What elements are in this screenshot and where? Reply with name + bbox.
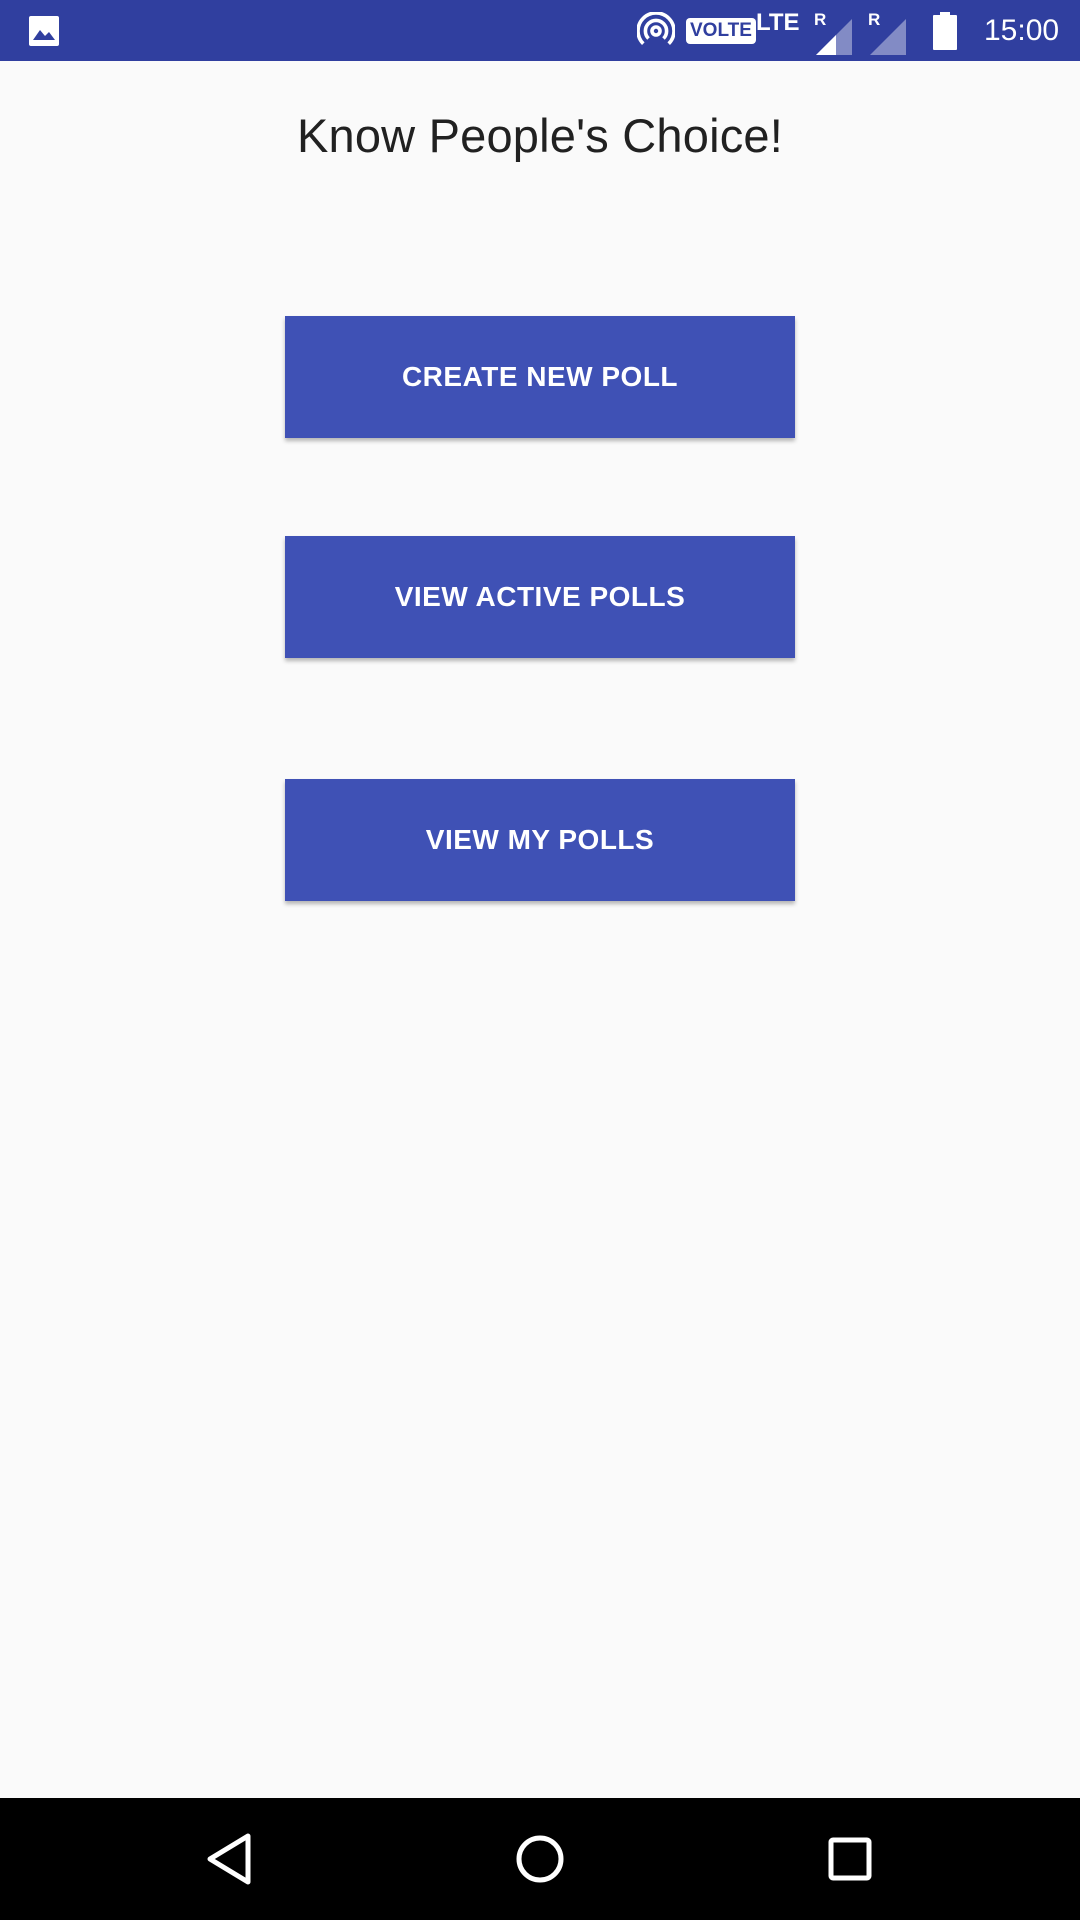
app-screen: VOLTE LTE R R 15:00 Know People's Choice… xyxy=(0,0,1080,1920)
home-icon[interactable] xyxy=(504,1823,576,1895)
view-active-polls-button[interactable]: VIEW ACTIVE POLLS xyxy=(285,536,795,658)
view-my-polls-button[interactable]: VIEW MY POLLS xyxy=(285,779,795,901)
back-icon[interactable] xyxy=(194,1823,266,1895)
signal-roaming-icon: R xyxy=(866,0,906,61)
roaming-label: R xyxy=(814,10,827,29)
roaming-label: R xyxy=(868,10,881,29)
status-bar: VOLTE LTE R R 15:00 xyxy=(0,0,1080,61)
clock: 15:00 xyxy=(984,13,1060,47)
volte-label: VOLTE xyxy=(686,17,756,44)
hotspot-icon xyxy=(637,0,675,61)
create-new-poll-button[interactable]: CREATE NEW POLL xyxy=(285,316,795,438)
navigation-bar xyxy=(0,1798,1080,1920)
gallery-icon xyxy=(28,0,60,61)
volte-badge: VOLTE xyxy=(686,0,756,61)
battery-icon xyxy=(933,0,957,61)
lte-indicator: LTE xyxy=(756,9,800,36)
signal-roaming-icon: R xyxy=(812,0,852,61)
recents-icon[interactable] xyxy=(814,1823,886,1895)
page-title: Know People's Choice! xyxy=(296,109,784,162)
